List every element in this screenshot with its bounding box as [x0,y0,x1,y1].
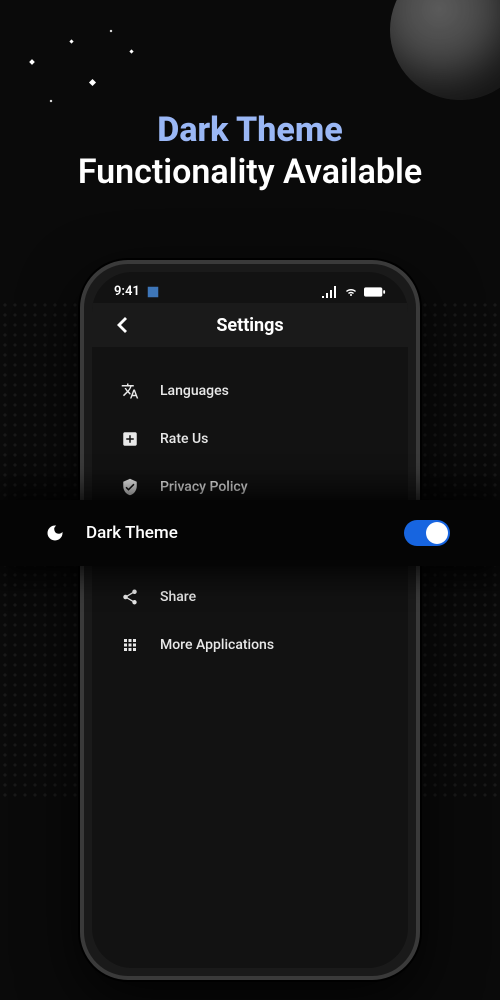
setting-label: Languages [160,383,380,399]
status-time: 9:41 [114,284,140,299]
grid-icon [120,635,140,655]
plus-box-icon [120,429,140,449]
setting-item-languages[interactable]: Languages [92,367,408,415]
setting-label: More Applications [160,637,380,653]
setting-item-dark-theme[interactable]: Dark Theme [0,500,500,566]
battery-icon [364,286,386,298]
promo-headline: Dark Theme Functionality Available [0,0,500,192]
moon-icon [44,522,66,544]
setting-item-more-apps[interactable]: More Applications [92,621,408,669]
promo-headline-line2: Functionality Available [0,152,500,192]
wifi-icon [343,286,359,298]
shield-check-icon [120,477,140,497]
share-icon [120,587,140,607]
phone-screen: 9:41 Settings [92,272,408,968]
app-header: Settings [92,303,408,347]
setting-item-rate-us[interactable]: Rate Us [92,415,408,463]
signal-icon [322,286,338,298]
back-button[interactable] [110,317,134,333]
nav-indicator-icon [146,285,160,299]
setting-item-share[interactable]: Share [92,573,408,621]
promo-headline-line1: Dark Theme [0,110,500,150]
page-title: Settings [216,315,283,336]
chevron-left-icon [117,317,127,333]
setting-label: Rate Us [160,431,380,447]
setting-label: Privacy Policy [160,479,380,495]
phone-frame: 9:41 Settings [80,260,420,980]
status-bar: 9:41 [92,272,408,303]
setting-label: Share [160,589,380,605]
setting-label: Dark Theme [86,523,404,543]
translate-icon [120,381,140,401]
dark-theme-toggle[interactable] [404,520,450,546]
